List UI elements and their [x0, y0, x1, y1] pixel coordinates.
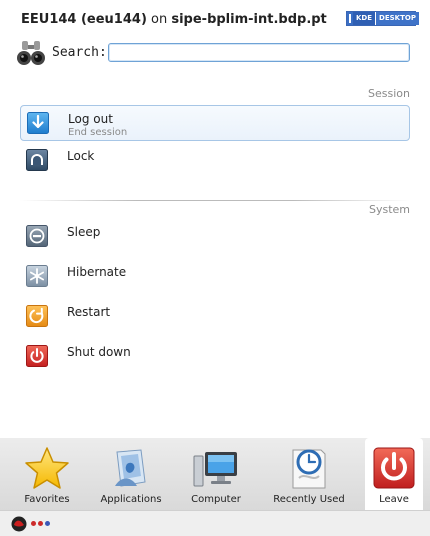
hibernate-icon — [26, 265, 48, 287]
kde-desktop-logo: KDE DESKTOP — [346, 11, 419, 26]
logout-item[interactable]: Log out End session — [20, 105, 410, 141]
dot-icon — [45, 521, 50, 526]
section-title-session: Session — [368, 87, 410, 100]
dot-icon — [38, 521, 43, 526]
tab-applications-label: Applications — [100, 494, 162, 505]
username: EEU144 (eeu144) — [21, 12, 147, 27]
sleep-icon — [26, 225, 48, 247]
star-icon — [25, 447, 69, 489]
header: EEU144 (eeu144) on sipe-bplim-int.bdp.pt… — [0, 0, 430, 76]
on-text: on — [146, 12, 172, 27]
logout-icon — [27, 112, 49, 134]
kde-logo-icon — [349, 14, 351, 23]
tab-applications[interactable]: Applications — [92, 438, 170, 510]
lock-label: Lock — [67, 149, 95, 163]
shutdown-icon — [26, 345, 48, 367]
clock-icon — [292, 449, 326, 489]
tab-favorites-label: Favorites — [24, 494, 70, 505]
applications-icon — [115, 449, 146, 487]
binoculars-icon — [17, 41, 45, 65]
tab-computer-label: Computer — [191, 494, 241, 505]
search-input[interactable] — [108, 43, 410, 62]
restart-icon — [26, 305, 48, 327]
search-label: Search: — [52, 45, 107, 60]
sleep-item[interactable]: Sleep — [20, 219, 410, 255]
dot-icon — [31, 521, 36, 526]
section-title-system: System — [368, 203, 410, 216]
tab-recently-used[interactable]: Recently Used — [262, 438, 356, 510]
sleep-label: Sleep — [67, 225, 101, 239]
hibernate-label: Hibernate — [67, 265, 127, 279]
shutdown-item[interactable]: Shut down — [20, 339, 410, 375]
status-bar — [0, 510, 430, 536]
lock-icon — [26, 149, 48, 171]
section-separator — [20, 200, 410, 201]
tab-favorites[interactable]: Favorites — [12, 438, 82, 510]
desktop-logo-text: DESKTOP — [376, 12, 419, 25]
kde-logo-text: KDE — [353, 12, 377, 25]
logout-sublabel: End session — [68, 127, 128, 138]
restart-label: Restart — [67, 305, 111, 319]
tab-recently-used-label: Recently Used — [273, 494, 345, 505]
hibernate-item[interactable]: Hibernate — [20, 259, 410, 295]
tab-leave[interactable]: Leave — [365, 438, 423, 510]
tab-computer[interactable]: Computer — [180, 438, 252, 510]
lock-item[interactable]: Lock — [20, 143, 410, 179]
power-icon — [373, 447, 415, 489]
restart-item[interactable]: Restart — [20, 299, 410, 335]
tab-bar: Favorites Applications Computer Recently… — [0, 438, 430, 510]
redhat-icon — [11, 516, 27, 532]
tab-leave-label: Leave — [379, 494, 409, 505]
logout-label: Log out — [68, 112, 113, 126]
progress-dots — [31, 521, 50, 526]
shutdown-label: Shut down — [67, 345, 131, 359]
computer-icon — [193, 452, 237, 487]
session-title: EEU144 (eeu144) on sipe-bplim-int.bdp.pt — [21, 12, 327, 27]
hostname: sipe-bplim-int.bdp.pt — [171, 12, 327, 27]
